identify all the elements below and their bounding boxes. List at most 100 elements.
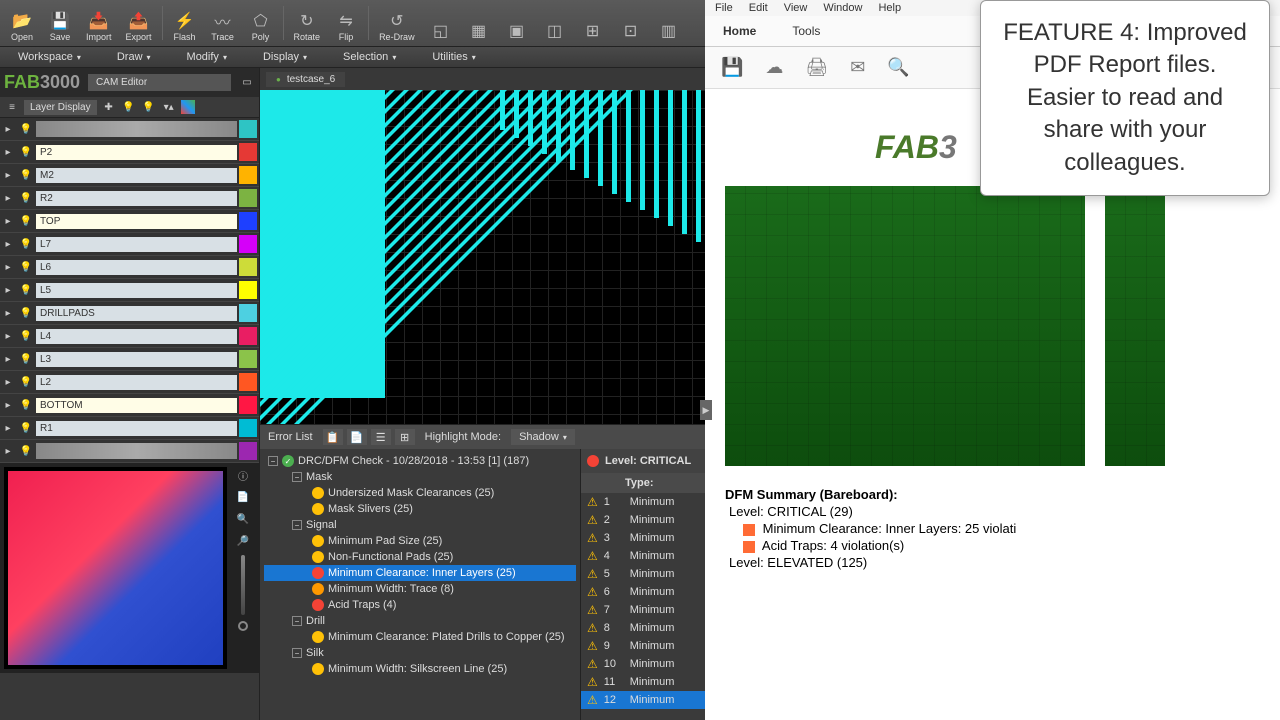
tree-group-silk[interactable]: − Silk bbox=[264, 645, 576, 661]
bulb-icon[interactable]: 💡 bbox=[16, 170, 36, 181]
layer-row[interactable]: ▸💡BOTTOM bbox=[0, 394, 259, 417]
pdf-menu-file[interactable]: File bbox=[715, 2, 733, 14]
toolbar-open[interactable]: 📂Open bbox=[4, 2, 40, 44]
report-icon[interactable]: 📄 bbox=[347, 429, 367, 445]
bulb-icon[interactable]: 💡 bbox=[16, 354, 36, 365]
cloud-icon[interactable]: ☁ bbox=[765, 57, 783, 78]
chevron-icon[interactable]: ▸ bbox=[0, 351, 16, 367]
bulb-icon[interactable]: 💡 bbox=[16, 239, 36, 250]
bulb-off-icon[interactable]: 💡 bbox=[141, 99, 157, 115]
menu-modify[interactable]: Modify bbox=[169, 47, 245, 67]
tree-group-drill[interactable]: − Drill bbox=[264, 613, 576, 629]
tree-item[interactable]: Acid Traps (4) bbox=[264, 597, 576, 613]
layer-row[interactable]: ▸💡P2 bbox=[0, 141, 259, 164]
pcb-thumbnail[interactable] bbox=[4, 467, 227, 669]
detail-row[interactable]: ⚠7Minimum bbox=[581, 601, 705, 619]
chevron-icon[interactable]: ▸ bbox=[0, 305, 16, 321]
grid-view-icon[interactable]: ⊞ bbox=[395, 429, 415, 445]
color-swatch[interactable] bbox=[239, 419, 257, 437]
tree-item[interactable]: Mask Slivers (25) bbox=[264, 501, 576, 517]
layer-row[interactable]: ▸💡L2 bbox=[0, 371, 259, 394]
toolbar-import[interactable]: 📥Import bbox=[80, 2, 118, 44]
menu-display[interactable]: Display bbox=[245, 47, 325, 67]
chevron-icon[interactable]: ▸ bbox=[0, 420, 16, 436]
bulb-icon[interactable]: 💡 bbox=[16, 147, 36, 158]
tree-item[interactable]: Minimum Pad Size (25) bbox=[264, 533, 576, 549]
chevron-icon[interactable]: ▸ bbox=[0, 167, 16, 183]
tree-item[interactable]: Non-Functional Pads (25) bbox=[264, 549, 576, 565]
layer-row[interactable]: ▸💡L7 bbox=[0, 233, 259, 256]
zoom-handle[interactable] bbox=[238, 621, 248, 631]
info-icon[interactable]: ⓘ bbox=[235, 467, 251, 483]
error-tree[interactable]: −✓ DRC/DFM Check - 10/28/2018 - 13:53 [1… bbox=[260, 449, 580, 720]
print-icon[interactable]: 🖨 bbox=[805, 57, 828, 78]
swatch-icon[interactable] bbox=[181, 100, 195, 114]
layer-row[interactable]: ▸💡L6 bbox=[0, 256, 259, 279]
layer-row[interactable]: ▸💡R1 bbox=[0, 417, 259, 440]
pdf-menu-help[interactable]: Help bbox=[878, 2, 901, 14]
layer-row[interactable]: ▸💡M2 bbox=[0, 164, 259, 187]
tree-item[interactable]: Undersized Mask Clearances (25) bbox=[264, 485, 576, 501]
chevron-icon[interactable]: ▸ bbox=[0, 328, 16, 344]
layer-row[interactable]: ▸💡DRILLPADS bbox=[0, 302, 259, 325]
bulb-icon[interactable]: 💡 bbox=[121, 99, 137, 115]
toolbar-flip[interactable]: ⇋Flip bbox=[328, 2, 364, 44]
carets-icon[interactable]: ▾▴ bbox=[161, 99, 177, 115]
detail-row[interactable]: ⚠12Minimum bbox=[581, 691, 705, 709]
layer-row[interactable]: ▸💡TOP bbox=[0, 210, 259, 233]
tree-item[interactable]: Minimum Width: Silkscreen Line (25) bbox=[264, 661, 576, 677]
toolbar-rotate[interactable]: ↻Rotate bbox=[288, 2, 327, 44]
bulb-icon[interactable]: 💡 bbox=[16, 331, 36, 342]
detail-row[interactable]: ⚠8Minimum bbox=[581, 619, 705, 637]
chevron-icon[interactable]: ▸ bbox=[0, 213, 16, 229]
doc-icon[interactable]: 📄 bbox=[235, 489, 251, 505]
zoom-in-icon[interactable]: 🔍 bbox=[235, 511, 251, 527]
color-swatch[interactable] bbox=[239, 281, 257, 299]
chevron-icon[interactable]: ▸ bbox=[0, 282, 16, 298]
layer-row[interactable]: ▸💡 bbox=[0, 440, 259, 463]
search-icon[interactable]: 🔍 bbox=[887, 57, 909, 78]
chevron-icon[interactable]: ▸ bbox=[0, 397, 16, 413]
menu-draw[interactable]: Draw bbox=[99, 47, 169, 67]
zoom-out-icon[interactable]: 🔎 bbox=[235, 533, 251, 549]
tree-item[interactable]: Minimum Clearance: Inner Layers (25) bbox=[264, 565, 576, 581]
menu-selection[interactable]: Selection bbox=[325, 47, 414, 67]
color-swatch[interactable] bbox=[239, 258, 257, 276]
color-swatch[interactable] bbox=[239, 235, 257, 253]
bulb-icon[interactable]: 💡 bbox=[16, 308, 36, 319]
layer-row[interactable]: ▸💡L5 bbox=[0, 279, 259, 302]
detail-row[interactable]: ⚠5Minimum bbox=[581, 565, 705, 583]
color-swatch[interactable] bbox=[239, 166, 257, 184]
toolbar-trace[interactable]: 〰Trace bbox=[205, 2, 241, 44]
toolbar-btn[interactable]: ⊡ bbox=[613, 2, 649, 44]
bulb-icon[interactable]: 💡 bbox=[16, 262, 36, 273]
tree-item[interactable]: Minimum Width: Trace (8) bbox=[264, 581, 576, 597]
color-swatch[interactable] bbox=[239, 143, 257, 161]
menu-workspace[interactable]: Workspace bbox=[0, 47, 99, 67]
color-swatch[interactable] bbox=[239, 373, 257, 391]
detail-row[interactable]: ⚠11Minimum bbox=[581, 673, 705, 691]
bulb-icon[interactable]: 💡 bbox=[16, 377, 36, 388]
pdf-tab-home[interactable]: Home bbox=[705, 16, 774, 46]
chevron-icon[interactable]: ▸ bbox=[0, 443, 16, 459]
add-layer-icon[interactable]: ✚ bbox=[101, 99, 117, 115]
pdf-menu-view[interactable]: View bbox=[784, 2, 808, 14]
color-swatch[interactable] bbox=[239, 327, 257, 345]
export-icon[interactable]: 📋 bbox=[323, 429, 343, 445]
chevron-icon[interactable]: ▸ bbox=[0, 374, 16, 390]
expand-handle-icon[interactable]: ▶ bbox=[700, 400, 712, 420]
detail-row[interactable]: ⚠9Minimum bbox=[581, 637, 705, 655]
bulb-icon[interactable]: 💡 bbox=[16, 216, 36, 227]
layer-row[interactable]: ▸💡L3 bbox=[0, 348, 259, 371]
color-swatch[interactable] bbox=[239, 304, 257, 322]
drc-root[interactable]: −✓ DRC/DFM Check - 10/28/2018 - 13:53 [1… bbox=[264, 453, 576, 469]
canvas[interactable] bbox=[260, 90, 705, 424]
bulb-icon[interactable]: 💡 bbox=[16, 285, 36, 296]
color-swatch[interactable] bbox=[239, 350, 257, 368]
toolbar-save[interactable]: 💾Save bbox=[42, 2, 78, 44]
color-swatch[interactable] bbox=[239, 442, 257, 460]
chevron-icon[interactable]: ▸ bbox=[0, 121, 16, 137]
bulb-icon[interactable]: 💡 bbox=[16, 423, 36, 434]
bulb-icon[interactable]: 💡 bbox=[16, 124, 36, 135]
color-swatch[interactable] bbox=[239, 212, 257, 230]
